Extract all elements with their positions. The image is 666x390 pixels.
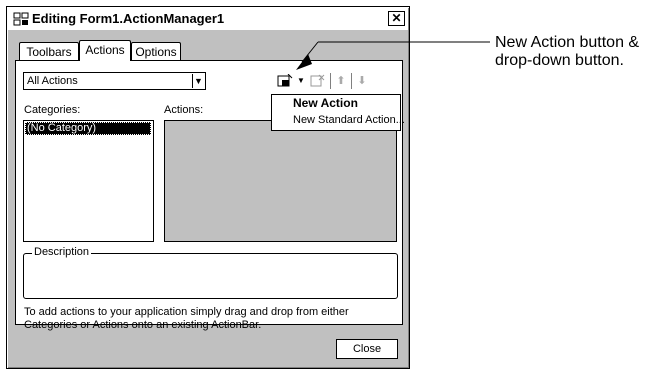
window-close-button[interactable]: ✕ bbox=[388, 11, 405, 26]
tab-label: Actions bbox=[85, 43, 125, 57]
close-button[interactable]: Close bbox=[336, 339, 398, 359]
delete-action-icon bbox=[309, 74, 325, 91]
description-label: Description bbox=[32, 246, 92, 258]
callout-arrow bbox=[296, 41, 490, 70]
help-text: To add actions to your application simpl… bbox=[24, 306, 349, 331]
menu-item-new-standard-action[interactable]: New Standard Action... bbox=[293, 114, 405, 126]
close-icon: ✕ bbox=[391, 11, 402, 25]
new-action-icon bbox=[277, 73, 293, 91]
tab-options[interactable]: Options bbox=[131, 42, 181, 60]
category-item-no-category[interactable]: (No Category) bbox=[25, 122, 151, 135]
actions-listbox[interactable] bbox=[164, 120, 397, 242]
categories-listbox[interactable] bbox=[23, 120, 154, 242]
tab-toolbars[interactable]: Toolbars bbox=[19, 42, 79, 60]
action-filter-select[interactable]: All Actions bbox=[23, 72, 206, 90]
app-icon bbox=[13, 12, 29, 26]
categories-label: Categories: bbox=[24, 104, 81, 116]
actions-label: Actions: bbox=[164, 104, 204, 116]
tab-label: Options bbox=[135, 45, 177, 59]
chevron-down-icon[interactable]: ▼ bbox=[192, 74, 204, 88]
description-group bbox=[23, 253, 398, 299]
action-filter-value: All Actions bbox=[27, 75, 78, 87]
callout-line: drop-down button. bbox=[495, 52, 624, 69]
menu-item-new-action[interactable]: New Action bbox=[293, 96, 358, 110]
tab-label: Toolbars bbox=[26, 45, 72, 59]
window-title: Editing Form1.ActionManager1 bbox=[32, 11, 225, 26]
callout-line: New Action button & bbox=[495, 34, 640, 51]
callout-text: New Action button & drop-down button. bbox=[495, 34, 639, 70]
tab-actions[interactable]: Actions bbox=[79, 40, 131, 61]
